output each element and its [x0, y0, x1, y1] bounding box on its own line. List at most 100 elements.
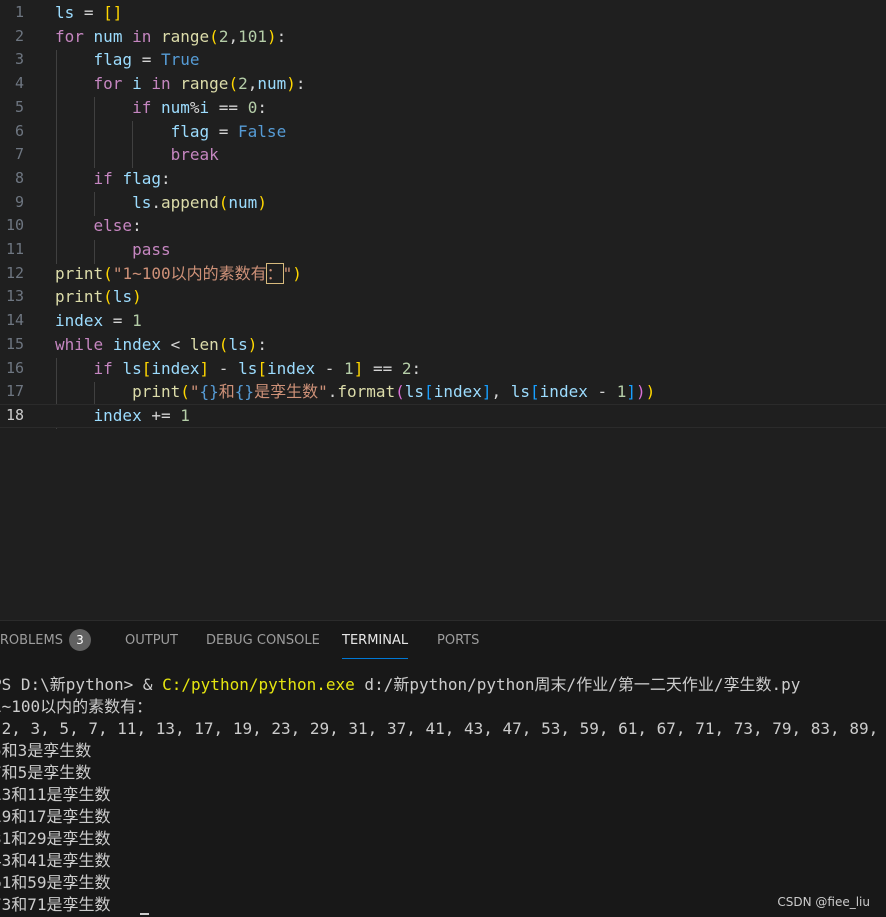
- code-line[interactable]: 17 print("{}和{}是孪生数".format(ls[index], l…: [0, 380, 886, 404]
- code-token: ：: [265, 262, 284, 284]
- line-number: 5: [14, 97, 24, 116]
- code-token: (: [228, 74, 239, 94]
- code-token: ==: [363, 358, 402, 378]
- code-token: 1: [616, 382, 627, 402]
- code-token: ]: [353, 358, 364, 378]
- code-token: index: [266, 358, 316, 378]
- tab-label: TERMINAL: [342, 633, 409, 648]
- code-token: else: [93, 216, 133, 236]
- code-token: [: [424, 382, 434, 402]
- code-line[interactable]: 7 break: [0, 143, 886, 167]
- code-token: 2: [238, 74, 248, 94]
- code-token: 0: [247, 97, 258, 117]
- code-token: ): [636, 382, 646, 402]
- panel-tabs: PROBLEMS3 OUTPUT DEBUG CONSOLE TERMINAL …: [0, 621, 886, 661]
- code-line[interactable]: 3 flag = True: [0, 48, 886, 72]
- terminal-line: 1~100以内的素数有：: [0, 697, 153, 716]
- code-token: index: [112, 334, 161, 354]
- line-number: 9: [14, 192, 24, 211]
- code-token: append: [160, 192, 219, 212]
- terminal-line: 5和3是孪生数: [0, 741, 92, 760]
- code-token: i: [199, 97, 210, 117]
- code-line[interactable]: 11 pass: [0, 238, 886, 262]
- tab-terminal[interactable]: TERMINAL: [342, 621, 409, 661]
- code-line[interactable]: 12 print("1~100以内的素数有："): [0, 262, 886, 286]
- code-token: flag: [93, 50, 133, 70]
- line-number: 1: [14, 3, 24, 21]
- code-token: %: [189, 97, 200, 117]
- code-line[interactable]: 4 for i in range(2,num):: [0, 72, 886, 96]
- code-token: range: [180, 74, 229, 94]
- terminal-line: 19和17是孪生数: [0, 807, 111, 826]
- terminal-line: 61和59是孪生数: [0, 873, 111, 892]
- tab-label: DEBUG CONSOLE: [206, 633, 320, 648]
- terminal-command: C:/python/python.exe: [162, 675, 355, 694]
- code-line[interactable]: 16 if ls[index] - ls[index - 1] == 2:: [0, 357, 886, 381]
- code-token: ): [267, 26, 277, 46]
- code-token: ls: [122, 358, 142, 378]
- code-token: ls: [404, 382, 425, 402]
- code-token: while: [55, 334, 104, 354]
- line-number: 17: [5, 382, 24, 401]
- code-text: print("{}和{}是孪生数".format(ls[index], ls[i…: [55, 380, 655, 404]
- tab-label: PROBLEMS: [0, 633, 63, 648]
- code-line[interactable]: 1 ls = []: [0, 1, 886, 25]
- line-number: 7: [14, 145, 24, 164]
- line-number: 14: [5, 311, 24, 330]
- line-number: 2: [14, 26, 24, 45]
- code-line[interactable]: 2 for num in range(2,101):: [0, 25, 886, 49]
- code-token: =: [209, 121, 239, 141]
- tab-output[interactable]: OUTPUT: [125, 621, 178, 661]
- code-token: [: [141, 358, 152, 378]
- code-line[interactable]: 5 if num%i == 0:: [0, 96, 886, 120]
- code-token: (: [103, 263, 113, 283]
- tab-debug-console[interactable]: DEBUG CONSOLE: [206, 621, 320, 661]
- code-token: 1: [344, 358, 354, 378]
- code-token: ls: [228, 334, 248, 354]
- code-line[interactable]: 15 while index < len(ls):: [0, 333, 886, 357]
- tab-problems[interactable]: PROBLEMS 3: [0, 621, 91, 661]
- code-line[interactable]: 9 ls.append(num): [0, 191, 886, 215]
- code-token: (: [395, 382, 405, 402]
- code-token: {}: [199, 382, 219, 402]
- code-token: if: [93, 358, 113, 378]
- code-line[interactable]: 18 index += 1: [0, 403, 886, 428]
- terminal-prompt: PS D:\新python> &: [0, 675, 163, 694]
- code-token: ): [257, 192, 267, 212]
- code-line[interactable]: 8 if flag:: [0, 167, 886, 191]
- code-line[interactable]: 13 print(ls): [0, 285, 886, 309]
- code-line[interactable]: 10 else:: [0, 214, 886, 238]
- terminal-output[interactable]: PS D:\新python> & C:/python/python.exe d:…: [0, 673, 886, 917]
- code-token: len: [189, 334, 219, 354]
- code-text: index += 1: [55, 404, 190, 428]
- code-text: for num in range(2,101):: [55, 25, 286, 49]
- code-token: {}: [234, 382, 255, 402]
- code-token: ": [189, 382, 200, 402]
- tab-ports[interactable]: PORTS: [437, 621, 479, 661]
- code-line[interactable]: 6 flag = False: [0, 120, 886, 144]
- code-text: print(ls): [55, 285, 142, 309]
- code-token: 是孪生数": [254, 382, 328, 402]
- code-editor[interactable]: 1 ls = [] 2 for num in range(2,101): 3 flag …: [0, 0, 886, 620]
- code-token: format: [337, 382, 396, 402]
- terminal-line: 43和41是孪生数: [0, 851, 111, 870]
- code-token: :: [276, 26, 287, 46]
- code-token: ,: [491, 382, 511, 402]
- terminal-line: 13和11是孪生数: [0, 785, 111, 804]
- code-line[interactable]: 14 index = 1: [0, 309, 886, 333]
- tab-label: OUTPUT: [125, 633, 178, 648]
- code-token: in: [132, 26, 152, 46]
- code-token: :: [257, 334, 267, 354]
